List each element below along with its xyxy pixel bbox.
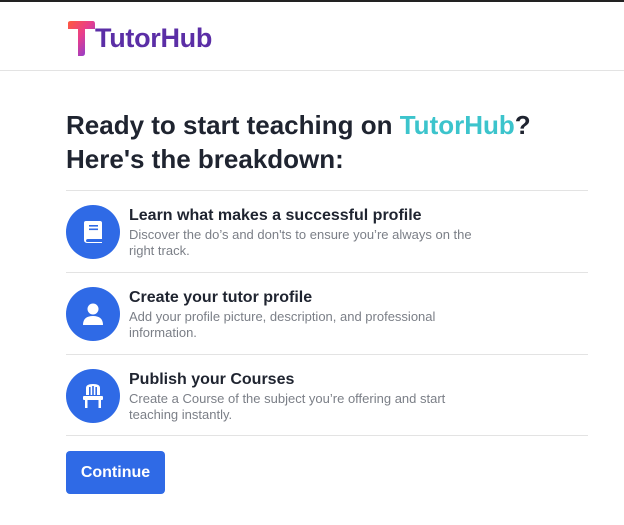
step-title: Publish your Courses [129,371,295,388]
book-icon [84,221,102,243]
list-item: Publish your Courses Create a Course of … [66,354,588,436]
list-item: Create your tutor profile Add your profi… [66,272,588,354]
continue-button[interactable]: Continue [66,451,165,494]
page-title: Ready to start teaching on TutorHub? Her… [66,108,596,176]
title-brand: TutorHub [399,110,515,140]
tutorhub-logo[interactable]: TutorHub [66,18,212,58]
logo-wordmark: TutorHub [95,22,213,53]
user-icon [83,303,103,325]
step-icon-circle [66,287,120,341]
step-icon-circle [66,369,120,423]
logo-t-mark-icon [68,21,95,56]
step-description: Create a Course of the subject you’re of… [129,391,446,422]
title-line-2: Here's the breakdown: [66,144,344,174]
step-description: Discover the do’s and don'ts to ensure y… [129,227,472,258]
list-item: Learn what makes a successful profile Di… [66,190,588,272]
title-prefix: Ready to start teaching on [66,110,400,140]
page-header: TutorHub [0,2,624,71]
title-suffix: ? [514,110,531,140]
step-title: Learn what makes a successful profile [129,207,422,224]
chair-icon [83,384,103,408]
step-title: Create your tutor profile [129,289,313,306]
step-icon-circle [66,205,120,259]
steps-list: Learn what makes a successful profile Di… [66,190,588,436]
step-description: Add your profile picture, description, a… [129,309,436,340]
